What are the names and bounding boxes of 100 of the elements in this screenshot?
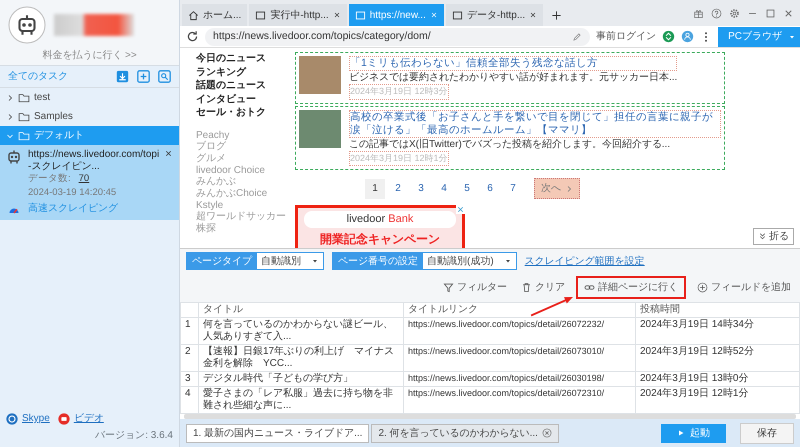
folder-name: Samples	[34, 110, 73, 124]
nav-link[interactable]: ランキング	[196, 66, 295, 79]
close-icon[interactable]	[332, 11, 341, 19]
table-cell: 2024年3月19日 13時0分	[636, 372, 800, 386]
article-title[interactable]: 「1ミリも伝わらない」信頼全部失う残念な話し方	[349, 56, 678, 72]
table-cell: デジタル時代「子どもの学び方」	[198, 372, 404, 386]
browser-tab[interactable]: 実行中-http...	[249, 4, 347, 26]
photo-placeholder	[299, 56, 341, 94]
nav-link[interactable]: セール・おトク	[196, 106, 295, 120]
caret-icon	[504, 257, 512, 265]
refresh-icon[interactable]	[186, 30, 199, 43]
article-date: 2024年3月19日 12時1分	[349, 150, 449, 166]
result-tab[interactable]: 2. 何を言っているのかわからない...	[371, 424, 559, 442]
dropdown[interactable]: ページ番号の設定 自動識別(成功)	[332, 252, 517, 270]
page-number[interactable]: 7	[503, 178, 523, 199]
user-icon[interactable]	[681, 30, 694, 43]
row-number: 2	[180, 344, 198, 372]
chevron-down-icon[interactable]	[6, 132, 14, 140]
double-chevron-icon	[758, 232, 767, 241]
dropdown[interactable]: ページタイプ 自動識別	[186, 252, 324, 270]
article-snippet: ビジネスでは要約されたわかりやすい話が好まれます。元サッカー日本...	[349, 71, 678, 84]
skype-icon[interactable]	[6, 412, 18, 424]
row-number: 3	[180, 372, 198, 386]
page-number[interactable]: 4	[434, 178, 454, 199]
nav-link[interactable]: 今日のニュース	[196, 52, 295, 66]
search-icon[interactable]	[158, 70, 171, 83]
collapse-button[interactable]: 折る	[753, 228, 794, 245]
import-icon[interactable]	[116, 70, 129, 83]
pencil-icon[interactable]	[572, 32, 582, 42]
trash-icon	[521, 282, 532, 293]
nav-link[interactable]: 話題のニュース	[196, 79, 295, 92]
page-number[interactable]: 2	[388, 178, 408, 199]
version-label: バージョン: 3.6.4	[95, 429, 173, 443]
row-number: 1	[180, 318, 198, 344]
chevron-right-icon[interactable]	[6, 94, 14, 102]
task-timestamp: 2024-03-19 14:20:45	[28, 186, 116, 200]
skype-link[interactable]: Skype	[22, 411, 50, 426]
article-date: 2024年3月19日 12時3分	[349, 84, 449, 100]
scrollbar[interactable]	[184, 414, 796, 419]
add-task-icon[interactable]	[137, 70, 150, 83]
folder-name: test	[34, 91, 50, 105]
folder-icon	[18, 110, 30, 122]
url-field[interactable]: https://news.livedoor.com/topics/category/dom/	[205, 28, 590, 46]
toolbar-button[interactable]: フィルター	[440, 279, 510, 296]
close-icon[interactable]	[783, 8, 794, 18]
page-number[interactable]: 6	[480, 178, 500, 199]
page-number[interactable]: 3	[411, 178, 431, 199]
article-snippet: この記事ではX(旧Twitter)でバズった投稿を紹介します。今回紹介する...	[349, 138, 672, 151]
robot-icon	[6, 149, 22, 165]
plus-circle-icon	[697, 282, 708, 293]
play-icon	[677, 429, 685, 437]
url-cell: https://news.livedoor.com/topics/detail/26030198/	[404, 372, 636, 386]
page-icon	[255, 10, 266, 20]
url-cell: https://news.livedoor.com/topics/detail/26072232/	[404, 318, 636, 344]
folder-row[interactable]: test	[0, 88, 179, 107]
filter-icon	[443, 282, 454, 293]
chevron-right-icon	[565, 184, 573, 193]
close-icon[interactable]	[529, 11, 538, 19]
url-cell: https://news.livedoor.com/topics/detail/26073010/	[404, 344, 636, 372]
table-cell: 【速報】日銀17年ぶりの利上げ マイナス金利を解除 YCC...	[198, 344, 404, 372]
close-icon[interactable]	[164, 149, 173, 158]
chevron-right-icon[interactable]	[6, 112, 14, 120]
video-icon[interactable]	[58, 412, 70, 424]
toolbar-button[interactable]: クリア	[518, 279, 568, 296]
folder-row[interactable]: Samples	[0, 107, 179, 126]
ad-headline: 開業記念キャンペーン	[319, 230, 441, 248]
robot-avatar-icon	[8, 6, 46, 44]
caret-icon	[311, 257, 319, 265]
page-number[interactable]: 1	[365, 178, 385, 199]
toolbar-button[interactable]: フィールドを追加	[694, 279, 794, 296]
nav-link[interactable]: インタビュー	[196, 92, 295, 106]
range-link[interactable]: スクレイピング範囲を設定	[524, 254, 645, 268]
result-tab[interactable]: 1. 最新の国内ニュース・ライブドア...	[186, 424, 370, 442]
photo-placeholder	[299, 110, 341, 148]
help-icon[interactable]	[711, 8, 722, 18]
article-title[interactable]: 高校の卒業式後「お子さんと手を繋いで目を閉じて」担任の言葉に親子が涙「泣ける」「最高のホームルーム」【ママリ】	[349, 110, 721, 138]
page-icon	[452, 10, 463, 20]
gift-icon[interactable]	[693, 8, 704, 18]
maximize-icon[interactable]	[765, 8, 776, 18]
folder-icon	[18, 130, 30, 142]
page-number[interactable]: 5	[457, 178, 477, 199]
sync-icon[interactable]	[662, 30, 676, 43]
folder-name: デフォルト	[34, 129, 84, 143]
video-link[interactable]: ビデオ	[74, 411, 104, 426]
save-button[interactable]: 保存	[740, 422, 794, 444]
task-title[interactable]: https://news.livedoor.com/topi-スクレイピン...	[28, 149, 160, 172]
annotation-arrow	[530, 297, 573, 316]
toolbar-button[interactable]: 詳細ページに行く	[576, 276, 686, 299]
table-cell: 2024年3月19日 12時52分	[636, 344, 800, 372]
table-cell: 何を言っているのかわからない謎ビール、人気ありすぎて入...	[198, 318, 404, 344]
close-circle-icon[interactable]	[542, 428, 552, 438]
data-count[interactable]: 70	[78, 172, 90, 186]
pre-login-button[interactable]: 事前ログイン	[596, 29, 656, 44]
browser-tab[interactable]: ホーム...	[182, 4, 248, 26]
home-icon	[188, 10, 199, 20]
new-tab-icon[interactable]	[551, 10, 562, 21]
column-header: タイトル	[198, 302, 404, 318]
browser-tab[interactable]: データ-http...	[446, 4, 544, 26]
settings-icon[interactable]	[729, 8, 740, 18]
ad-brand: livedoor Bank	[304, 211, 456, 228]
